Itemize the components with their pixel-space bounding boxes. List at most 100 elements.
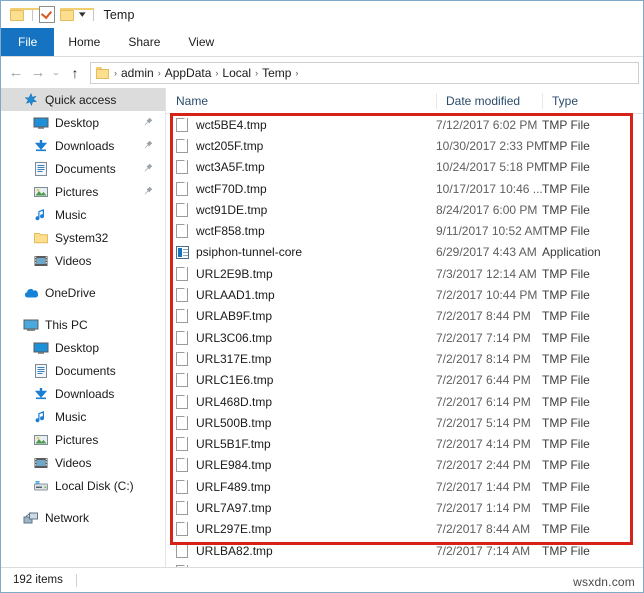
file-name-cell: URLF489.tmp: [166, 479, 436, 494]
file-name-cell: URL297E.tmp: [166, 522, 436, 537]
file-type-cell: TMP File: [542, 288, 590, 303]
table-row[interactable]: URLF489.tmp 7/2/2017 1:44 PM TMP File: [166, 476, 643, 497]
breadcrumb-item-admin[interactable]: admin: [118, 66, 157, 80]
table-row[interactable]: URL468D.tmp 7/2/2017 6:14 PM TMP File: [166, 391, 643, 412]
sidebar-item-system32[interactable]: System32: [1, 226, 165, 249]
file-date-cell: 7/2/2017 7:14 PM: [436, 330, 531, 345]
table-row[interactable]: wct91DE.tmp 8/24/2017 6:00 PM TMP File: [166, 199, 643, 220]
table-row[interactable]: URLC1E6.tmp 7/2/2017 6:44 PM TMP File: [166, 370, 643, 391]
sidebar-item-label: Documents: [55, 363, 116, 378]
sidebar-item-desktop[interactable]: Desktop: [1, 336, 165, 359]
sidebar-item-label: Documents: [55, 161, 116, 176]
breadcrumb-item-local[interactable]: Local: [219, 66, 254, 80]
file-type-cell: TMP File: [542, 351, 590, 366]
file-name-cell: wctF70D.tmp: [166, 181, 436, 196]
pin-icon[interactable]: [143, 163, 153, 174]
tab-home[interactable]: Home: [54, 28, 114, 56]
table-row[interactable]: wctF858.tmp 9/11/2017 10:52 AM TMP File: [166, 220, 643, 241]
file-icon: [176, 288, 188, 303]
sidebar-item-label: Local Disk (C:): [55, 478, 134, 493]
sidebar-item-pictures[interactable]: Pictures: [1, 180, 165, 203]
file-icon: [176, 117, 188, 132]
table-row[interactable]: URL7A97.tmp 7/2/2017 1:14 PM TMP File: [166, 497, 643, 518]
properties-icon[interactable]: [39, 6, 55, 23]
sidebar-item-music[interactable]: Music: [1, 203, 165, 226]
documents-icon: [33, 161, 49, 177]
folder-icon: [33, 230, 49, 246]
table-row[interactable]: wct205F.tmp 10/30/2017 2:33 PM TMP File: [166, 135, 643, 156]
sidebar-item-network[interactable]: Network: [1, 506, 165, 529]
tab-file[interactable]: File: [1, 28, 55, 56]
chevron-down-icon[interactable]: ▾: [79, 10, 86, 19]
file-type-cell: TMP File: [542, 373, 590, 388]
file-name-label: URLAB9F.tmp: [196, 309, 273, 324]
column-header-type[interactable]: Type: [542, 92, 643, 109]
table-row[interactable]: URLBA82.tmp 7/2/2017 7:14 AM TMP File: [166, 540, 643, 561]
table-row[interactable]: wctF70D.tmp 10/17/2017 10:46 ... TMP File: [166, 178, 643, 199]
file-name-label: URL5B1F.tmp: [196, 437, 271, 452]
sidebar-item-downloads[interactable]: Downloads: [1, 382, 165, 405]
column-header-name[interactable]: Name: [166, 93, 436, 109]
breadcrumb-item-appdata[interactable]: AppData: [162, 66, 215, 80]
file-type-cell: TMP File: [542, 543, 590, 558]
file-icon: [176, 266, 188, 281]
videos-icon: [33, 253, 49, 269]
sidebar-item-music[interactable]: Music: [1, 405, 165, 428]
table-row[interactable]: URLAAD1.tmp 7/2/2017 10:44 PM TMP File: [166, 284, 643, 305]
table-row[interactable]: URL2E9B.tmp 7/3/2017 12:14 AM TMP File: [166, 263, 643, 284]
table-row[interactable]: URLE984.tmp 7/2/2017 2:44 PM TMP File: [166, 455, 643, 476]
sidebar-item-label: Downloads: [55, 138, 115, 153]
file-date-cell: 7/2/2017 5:14 PM: [436, 415, 531, 430]
file-icon: [176, 415, 188, 430]
sidebar-item-local-disk-c[interactable]: Local Disk (C:): [1, 474, 165, 497]
new-folder-icon[interactable]: [60, 8, 94, 21]
file-name-label: wct3A5F.tmp: [196, 160, 265, 175]
sidebar-item-onedrive[interactable]: OneDrive: [1, 281, 165, 304]
file-name-cell: URLAB9F.tmp: [166, 309, 436, 324]
breadcrumb-item-temp[interactable]: Temp: [259, 66, 294, 80]
pin-icon[interactable]: [143, 140, 153, 151]
sidebar-item-documents[interactable]: Documents: [1, 157, 165, 180]
desktop-icon: [33, 340, 49, 356]
file-date-cell: 7/2/2017 4:14 PM: [436, 437, 531, 452]
breadcrumb-separator-4: ›: [295, 67, 299, 78]
table-row[interactable]: URL297E.tmp 7/2/2017 8:44 AM TMP File: [166, 519, 643, 540]
navigation-pane: Quick access Desktop Downloads Documents Pic…: [1, 88, 166, 567]
sidebar-item-desktop[interactable]: Desktop: [1, 111, 165, 134]
breadcrumb[interactable]: › admin › AppData › Local › Temp ›: [90, 61, 639, 84]
table-row[interactable]: URLAB9F.tmp 7/2/2017 8:44 PM TMP File: [166, 306, 643, 327]
table-row[interactable]: URL317E.tmp 7/2/2017 8:14 PM TMP File: [166, 348, 643, 369]
column-header-date[interactable]: Date modified: [436, 92, 542, 109]
recent-locations-icon[interactable]: ⌄: [46, 62, 66, 84]
tab-view[interactable]: View: [174, 28, 228, 56]
sidebar-item-documents[interactable]: Documents: [1, 359, 165, 382]
sidebar-item-videos[interactable]: Videos: [1, 249, 165, 272]
file-date-cell: 7/2/2017 7:14 AM: [436, 543, 531, 558]
file-name-cell: wct5BE4.tmp: [166, 117, 436, 132]
sidebar-item-pictures[interactable]: Pictures: [1, 428, 165, 451]
table-row[interactable]: psiphon-tunnel-core 6/29/2017 4:43 AM Appl…: [166, 242, 643, 263]
back-button[interactable]: ←: [5, 62, 27, 84]
file-name-label: URLE984.tmp: [196, 458, 272, 473]
sidebar-item-quick-access[interactable]: Quick access: [1, 88, 165, 111]
table-row[interactable]: URL3C06.tmp 7/2/2017 7:14 PM TMP File: [166, 327, 643, 348]
table-row[interactable]: URL500B.tmp 7/2/2017 5:14 PM TMP File: [166, 412, 643, 433]
folder-icon: [96, 66, 110, 79]
sidebar-item-this-pc[interactable]: This PC: [1, 313, 165, 336]
pin-icon[interactable]: [143, 186, 153, 197]
file-date-cell: 7/2/2017 1:44 PM: [436, 479, 531, 494]
file-date-cell: 7/12/2017 6:02 PM: [436, 117, 538, 132]
up-button[interactable]: ↑: [63, 62, 87, 84]
pin-icon[interactable]: [143, 117, 153, 128]
file-name-label: URLC1E6.tmp: [196, 373, 274, 388]
table-row[interactable]: wct5BE4.tmp 7/12/2017 6:02 PM TMP File: [166, 114, 643, 135]
sidebar-item-videos[interactable]: Videos: [1, 451, 165, 474]
file-name-label: URL317E.tmp: [196, 351, 272, 366]
file-date-cell: 6/29/2017 4:43 AM: [436, 245, 537, 260]
tab-share[interactable]: Share: [114, 28, 174, 56]
table-row[interactable]: URL5B1F.tmp 7/2/2017 4:14 PM TMP File: [166, 433, 643, 454]
table-row[interactable]: wct3A5F.tmp 10/24/2017 5:18 PM TMP File: [166, 157, 643, 178]
file-date-cell: 7/2/2017 2:44 PM: [436, 458, 531, 473]
sidebar-item-downloads[interactable]: Downloads: [1, 134, 165, 157]
sidebar-item-label: This PC: [45, 317, 88, 332]
